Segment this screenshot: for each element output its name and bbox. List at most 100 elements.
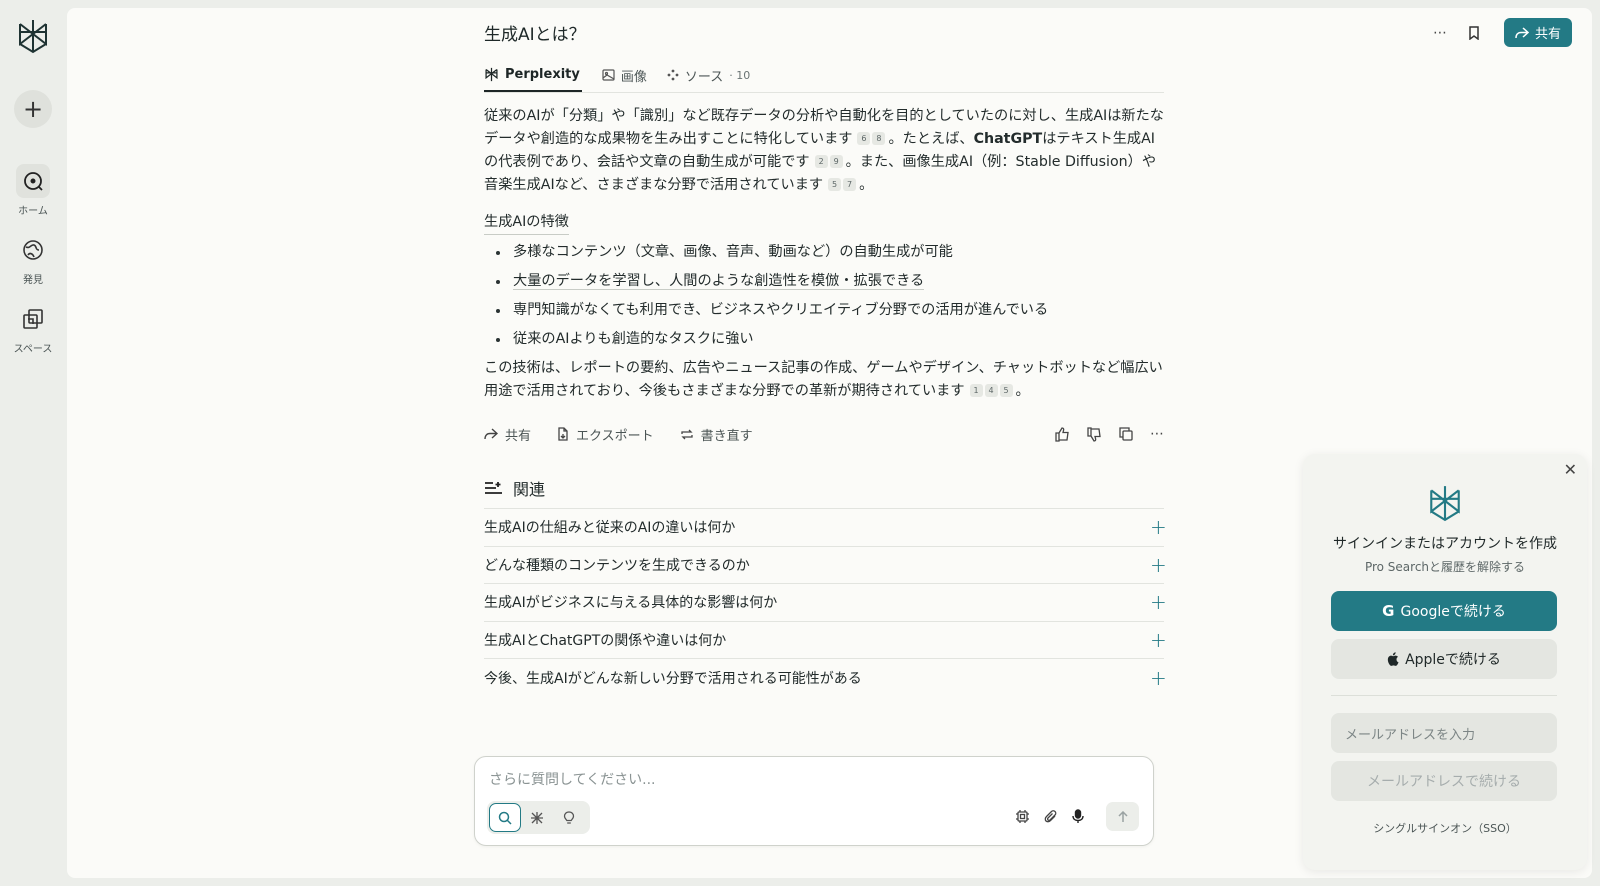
section-heading: 生成AIの特徴	[484, 211, 569, 235]
reasoning-mode-button[interactable]	[553, 803, 585, 832]
answer-bold-text: ChatGPT	[973, 131, 1043, 147]
action-label: 共有	[505, 428, 532, 444]
rewrite-button[interactable]: 書き直す	[680, 425, 753, 444]
bookmark-icon[interactable]	[1464, 23, 1484, 43]
more-icon[interactable]: ⋯	[1150, 426, 1164, 442]
action-label: 書き直す	[700, 428, 753, 444]
thumbs-down-icon[interactable]	[1087, 426, 1102, 442]
plus-icon: +	[1150, 665, 1167, 690]
share-button-label: 共有	[1534, 27, 1561, 42]
rail-item-home[interactable]: ホーム	[0, 164, 66, 217]
citation-badge[interactable]: 6	[857, 132, 871, 145]
tab-perplexity[interactable]: Perplexity	[484, 58, 582, 92]
related-item-text: 生成AIとChatGPTの関係や違いは何か	[484, 633, 727, 650]
answer-paragraph: この技術は、レポートの要約、広告やニュース記事の作成、ゲームやデザイン、チャット…	[484, 357, 1164, 403]
search-mode-button[interactable]	[489, 803, 521, 832]
related-item-text: 今後、生成AIがどんな新しい分野で活用される可能性がある	[484, 670, 862, 687]
related-item[interactable]: 生成AIの仕組みと従来のAIの違いは何か +	[484, 508, 1167, 546]
apple-icon	[1387, 652, 1399, 666]
plus-icon: +	[1150, 552, 1167, 577]
left-rail: + ホーム 発見 スペース	[0, 0, 66, 886]
lightbulb-icon	[563, 810, 575, 824]
share-arrow-icon	[484, 428, 498, 440]
citation-badge[interactable]: 8	[872, 132, 886, 145]
related-item-text: どんな種類のコンテンツを生成できるのか	[484, 557, 750, 574]
tab-sources[interactable]: ソース · 10	[667, 58, 750, 92]
citation-badge[interactable]: 2	[814, 155, 828, 168]
related-item[interactable]: どんな種類のコンテンツを生成できるのか +	[484, 545, 1167, 584]
answer-text: 。	[1015, 383, 1030, 399]
answer-actions: 共有 エクスポート 書き直す ⋯	[484, 422, 1164, 446]
globe-icon	[16, 233, 50, 267]
answer-body: 従来のAIが「分類」や「識別」など既存データの分析や自動化を目的としていたのに対…	[484, 105, 1164, 413]
citation-badge[interactable]: 7	[843, 178, 857, 191]
plus-icon: +	[1150, 515, 1167, 540]
follow-up-box: さらに質問してください...	[474, 756, 1154, 846]
rail-item-label: 発見	[23, 275, 43, 286]
citation-badge[interactable]: 9	[829, 155, 843, 168]
rail-item-spaces[interactable]: スペース	[0, 302, 66, 355]
related-heading: 関連	[484, 476, 545, 500]
apple-signin-label: Appleで続ける	[1405, 652, 1501, 668]
citation-group: 145	[969, 383, 1014, 399]
citation-badge[interactable]: 4	[984, 384, 998, 397]
sso-link[interactable]: シングルサインオン（SSO）	[1303, 820, 1587, 836]
search-mode-toggle	[487, 801, 590, 834]
arrow-up-icon	[1117, 810, 1128, 822]
list-item: 専門知識がなくても利用でき、ビジネスやクリエイティブ分野での活用が進んでいる	[484, 299, 1164, 322]
related-list-icon	[485, 482, 502, 494]
list-item: 大量のデータを学習し、人間のような創造性を模倣・拡張できる	[484, 270, 1164, 293]
apple-signin-button[interactable]: Appleで続ける	[1331, 639, 1557, 679]
citation-group: 68	[856, 131, 886, 147]
perplexity-logo-icon[interactable]	[16, 18, 50, 54]
email-continue-label: メールアドレスで続ける	[1367, 774, 1521, 790]
email-continue-button[interactable]: メールアドレスで続ける	[1331, 761, 1557, 801]
list-item-text: 専門知識がなくても利用でき、ビジネスやクリエイティブ分野での活用が進んでいる	[513, 302, 1049, 318]
related-item[interactable]: 生成AIがビジネスに与える具体的な影響は何か +	[484, 583, 1167, 621]
attach-icon[interactable]	[1044, 809, 1058, 824]
answer-paragraph: 従来のAIが「分類」や「識別」など既存データの分析や自動化を目的としていたのに対…	[484, 105, 1164, 197]
action-label: エクスポート	[576, 428, 654, 444]
answer-text: 。たとえば、	[888, 131, 974, 147]
close-icon[interactable]: ✕	[1564, 460, 1577, 479]
citation-group: 57	[827, 177, 857, 193]
list-item-text: 多様なコンテンツ（文章、画像、音声、動画など）の自動生成が可能	[513, 244, 953, 260]
follow-up-input[interactable]: さらに質問してください...	[489, 769, 656, 789]
export-icon	[558, 427, 568, 441]
rewrite-icon	[680, 429, 693, 439]
google-icon: G	[1382, 602, 1395, 620]
thumbs-up-icon[interactable]	[1055, 426, 1070, 442]
home-search-icon	[16, 164, 50, 198]
more-options-icon[interactable]: ⋯	[1430, 23, 1450, 43]
citation-badge[interactable]: 1	[969, 384, 983, 397]
related-item[interactable]: 今後、生成AIがどんな新しい分野で活用される可能性がある +	[484, 658, 1167, 696]
citation-badge[interactable]: 5	[828, 178, 842, 191]
rail-item-discover[interactable]: 発見	[0, 233, 66, 286]
related-item[interactable]: 生成AIとChatGPTの関係や違いは何か +	[484, 620, 1167, 659]
tab-label: Perplexity	[505, 66, 580, 82]
google-signin-button[interactable]: G Googleで続ける	[1331, 591, 1557, 631]
submit-button[interactable]	[1106, 802, 1139, 831]
share-button[interactable]: 共有	[1503, 18, 1572, 47]
microphone-icon[interactable]	[1072, 809, 1084, 824]
image-icon	[602, 69, 615, 81]
feedback-actions: ⋯	[1055, 426, 1164, 442]
tab-images[interactable]: 画像	[602, 58, 647, 92]
share-answer-button[interactable]: 共有	[484, 425, 531, 444]
research-mode-button[interactable]	[521, 803, 553, 832]
related-item-text: 生成AIがビジネスに与える具体的な影響は何か	[484, 595, 778, 612]
email-field[interactable]: メールアドレスを入力	[1331, 713, 1557, 753]
answer-tabs: Perplexity 画像 ソース · 10	[484, 58, 1164, 93]
citation-badge[interactable]: 5	[999, 384, 1013, 397]
signin-panel: ✕ サインインまたはアカウントを作成 Pro Searchと履歴を解除する G …	[1303, 454, 1587, 870]
related-list: 生成AIの仕組みと従来のAIの違いは何か + どんな種類のコンテンツを生成できるの…	[484, 508, 1167, 696]
share-arrow-icon	[1515, 26, 1529, 38]
model-chip-icon[interactable]	[1015, 809, 1030, 824]
plus-icon: +	[1150, 590, 1167, 615]
list-item: 多様なコンテンツ（文章、画像、音声、動画など）の自動生成が可能	[484, 241, 1164, 264]
answer-text: この技術は、レポートの要約、広告やニュース記事の作成、ゲームやデザイン、チャット…	[484, 360, 1163, 399]
copy-icon[interactable]	[1119, 427, 1133, 441]
export-button[interactable]: エクスポート	[557, 425, 654, 444]
new-thread-button[interactable]: +	[14, 90, 52, 128]
google-signin-label: Googleで続ける	[1400, 604, 1506, 620]
